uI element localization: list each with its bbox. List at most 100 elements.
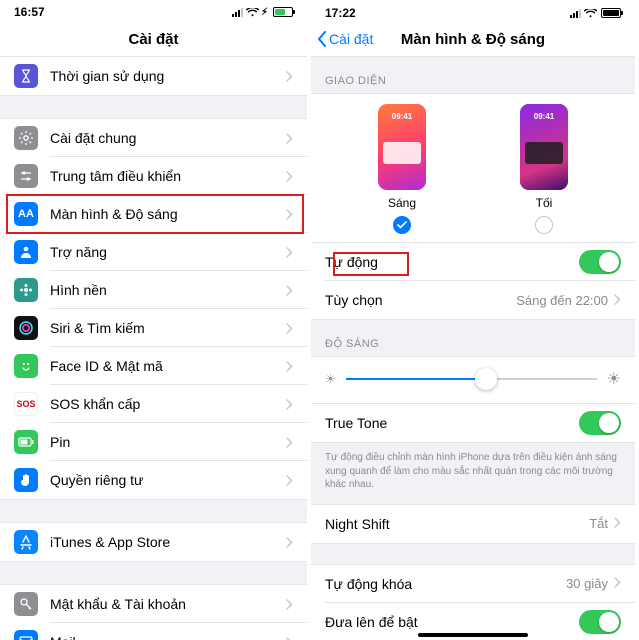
appearance-option-light[interactable]: 09:41 Sáng — [378, 104, 426, 234]
sun-max-icon: ☀︎ — [607, 369, 621, 389]
auto-lock-row[interactable]: Tự động khóa 30 giây — [311, 565, 635, 603]
true-tone-footnote: Tự động điều chỉnh màn hình iPhone dựa t… — [311, 443, 635, 504]
chevron-left-icon — [317, 31, 327, 47]
status-time: 17:22 — [325, 6, 356, 20]
battery-icon — [14, 430, 38, 454]
flower-icon — [14, 278, 38, 302]
settings-row-sliders[interactable]: Trung tâm điều khiển — [0, 157, 307, 195]
nav-bar: Cài đặt — [0, 22, 307, 56]
options-value: Sáng đến 22:00 — [516, 293, 608, 308]
night-shift-label: Night Shift — [325, 516, 589, 532]
row-label: iTunes & App Store — [50, 534, 286, 550]
auto-toggle[interactable] — [579, 250, 621, 274]
brightness-slider-row: ☀︎ ☀︎ — [311, 357, 635, 403]
chevron-right-icon — [286, 71, 293, 82]
raise-to-wake-label: Đưa lên để bật — [325, 614, 579, 630]
chevron-right-icon — [614, 576, 621, 591]
settings-row-face[interactable]: Face ID & Mật mã — [0, 347, 307, 385]
mail-icon — [14, 630, 38, 640]
chevron-right-icon — [286, 399, 293, 410]
chevron-right-icon — [614, 516, 621, 531]
settings-row-person[interactable]: Trợ năng — [0, 233, 307, 271]
page-title: Cài đặt — [128, 31, 178, 48]
auto-label: Tự động — [325, 254, 579, 270]
cell-signal-icon — [570, 9, 581, 18]
battery-icon — [601, 8, 621, 18]
sun-min-icon: ☀︎ — [325, 372, 336, 386]
row-label: Thời gian sử dụng — [50, 68, 286, 84]
settings-screen: 16:57 ⚡︎ Cài đặt Thời gian sử dụng Cài đặ… — [0, 0, 311, 640]
status-indicators — [570, 8, 621, 18]
raise-to-wake-toggle[interactable] — [579, 610, 621, 634]
chevron-right-icon — [286, 537, 293, 548]
chevron-right-icon — [286, 209, 293, 220]
row-label: Face ID & Mật mã — [50, 358, 286, 374]
status-bar: 16:57 ⚡︎ — [0, 0, 307, 22]
sliders-icon — [14, 164, 38, 188]
light-label: Sáng — [388, 196, 416, 210]
battery-icon — [273, 7, 293, 17]
nav-bar: Cài đặt Màn hình & Độ sáng — [311, 22, 635, 56]
settings-row-flower[interactable]: Hình nền — [0, 271, 307, 309]
section-header-appearance: GIAO DIỆN — [311, 57, 635, 93]
night-shift-value: Tắt — [589, 516, 608, 531]
auto-appearance-row: Tự động — [311, 243, 635, 281]
chevron-right-icon — [286, 637, 293, 640]
night-shift-row[interactable]: Night Shift Tắt — [311, 505, 635, 543]
display-brightness-screen: 17:22 Cài đặt Màn hình & Độ sáng GIAO DI… — [311, 0, 635, 640]
chevron-right-icon — [286, 285, 293, 296]
row-label: Cài đặt chung — [50, 130, 286, 146]
settings-row-key[interactable]: Mật khẩu & Tài khoản — [0, 585, 307, 623]
gear-icon — [14, 126, 38, 150]
chevron-right-icon — [286, 133, 293, 144]
cell-signal-icon — [232, 8, 243, 17]
row-label: Quyền riêng tư — [50, 472, 286, 488]
true-tone-toggle[interactable] — [579, 411, 621, 435]
settings-row-battery[interactable]: Pin — [0, 423, 307, 461]
light-preview: 09:41 — [378, 104, 426, 190]
hourglass-icon — [14, 64, 38, 88]
wifi-icon — [246, 8, 258, 17]
settings-row-sos[interactable]: SOS SOS khẩn cấp — [0, 385, 307, 423]
page-title: Màn hình & Độ sáng — [401, 31, 545, 48]
appearance-option-dark[interactable]: 09:41 Tối — [520, 104, 568, 234]
brightness-slider[interactable] — [346, 369, 597, 389]
chevron-right-icon — [286, 437, 293, 448]
options-label: Tùy chọn — [325, 292, 516, 308]
chevron-right-icon — [286, 599, 293, 610]
row-label: Siri & Tìm kiếm — [50, 320, 286, 336]
row-label: Trung tâm điều khiển — [50, 168, 286, 184]
check-selected-icon — [393, 216, 411, 234]
section-gap — [0, 95, 307, 119]
settings-row-aa[interactable]: AAMàn hình & Độ sáng — [0, 195, 307, 233]
settings-row-mail[interactable]: Mail — [0, 623, 307, 640]
section-header-brightness: ĐỘ SÁNG — [311, 320, 635, 356]
sos-icon: SOS — [14, 392, 38, 416]
chevron-right-icon — [286, 323, 293, 334]
true-tone-label: True Tone — [325, 415, 579, 431]
settings-row-hand[interactable]: Quyền riêng tư — [0, 461, 307, 499]
wifi-icon — [584, 9, 596, 18]
status-indicators: ⚡︎ — [232, 7, 293, 18]
options-row[interactable]: Tùy chọn Sáng đến 22:00 — [311, 281, 635, 319]
row-label: Trợ năng — [50, 244, 286, 260]
back-button[interactable]: Cài đặt — [317, 31, 373, 47]
section-gap — [0, 499, 307, 523]
settings-row-appstore[interactable]: iTunes & App Store — [0, 523, 307, 561]
settings-row-siri[interactable]: Siri & Tìm kiếm — [0, 309, 307, 347]
row-label: Mail — [50, 634, 286, 640]
status-time: 16:57 — [14, 5, 45, 19]
key-icon — [14, 592, 38, 616]
back-label: Cài đặt — [329, 31, 373, 47]
chevron-right-icon — [286, 475, 293, 486]
auto-lock-value: 30 giây — [566, 576, 608, 591]
settings-row-gear[interactable]: Cài đặt chung — [0, 119, 307, 157]
row-label: Hình nền — [50, 282, 286, 298]
siri-icon — [14, 316, 38, 340]
hand-icon — [14, 468, 38, 492]
row-label: SOS khẩn cấp — [50, 396, 286, 412]
slider-thumb[interactable] — [475, 368, 497, 390]
chevron-right-icon — [286, 247, 293, 258]
settings-row-hourglass[interactable]: Thời gian sử dụng — [0, 57, 307, 95]
chevron-right-icon — [286, 171, 293, 182]
